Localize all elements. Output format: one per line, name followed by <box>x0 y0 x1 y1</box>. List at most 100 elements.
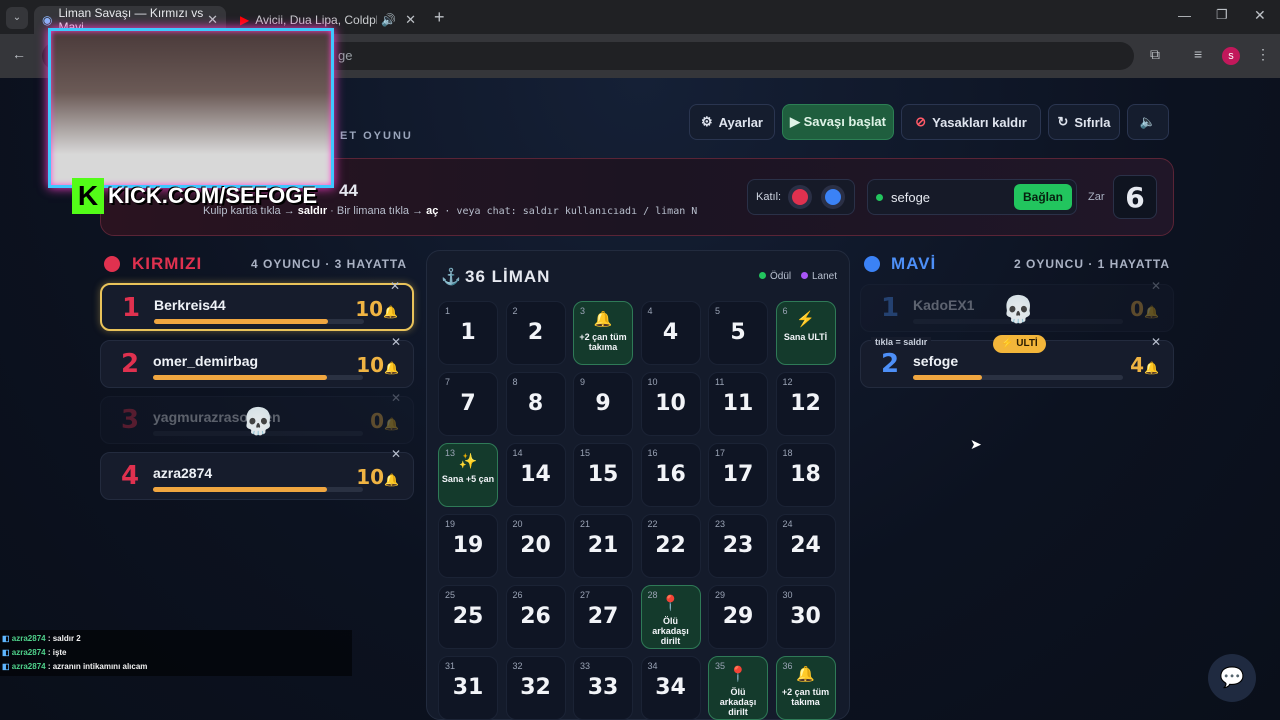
harbor-cell[interactable]: 16 16 <box>640 443 701 507</box>
harbor-cell[interactable]: 14 14 <box>505 443 566 507</box>
harbor-cell[interactable]: 33 33 <box>573 656 633 720</box>
harbor-cell[interactable]: 77 <box>438 372 498 436</box>
harbor-cell[interactable]: 15 15 <box>573 443 633 507</box>
harbor-cell[interactable]: 44 <box>640 301 701 365</box>
chat-message: ◧ azra2874 : saldır 2 <box>2 634 81 643</box>
harbor-cell[interactable]: 25 25 <box>438 585 498 649</box>
ulti-badge: ⚡ ULTİ <box>993 335 1046 353</box>
remove-player-icon[interactable]: ✕ <box>1151 335 1161 349</box>
harbor-cell[interactable]: 35 📍 Ölü arkadaşı dirilt <box>708 656 768 720</box>
maximize-button[interactable]: ❐ <box>1216 7 1228 23</box>
cell-number: 16 <box>655 462 686 487</box>
kick-banner: K KICK.COM/SEFOGE <box>72 178 317 214</box>
cell-number: 10 <box>655 391 686 416</box>
extensions-icon[interactable]: ⧉ <box>1150 46 1160 63</box>
remove-player-icon[interactable]: ✕ <box>1151 279 1161 293</box>
harbor-cell[interactable]: 24 24 <box>775 514 836 578</box>
lives-count: 4🔔 <box>1130 353 1159 377</box>
tab-search-button[interactable]: ⌄ <box>6 7 28 29</box>
bell-icon: 🔔 <box>384 361 399 375</box>
youtube-icon: ▶ <box>240 13 250 27</box>
player-card[interactable]: tıkla = saldır ⚡ ULTİ 2 sefoge 4🔔 ✕ <box>860 335 1174 388</box>
cell-number: 29 <box>722 604 754 629</box>
blue-team-summary: 2 OYUNCU · 1 HAYATTA <box>1014 257 1171 271</box>
cell-number: 32 <box>520 675 551 700</box>
cell-number: 19 <box>452 533 484 558</box>
harbor-cell[interactable]: 20 20 <box>505 514 566 578</box>
remove-player-icon[interactable]: ✕ <box>391 335 401 349</box>
speaker-icon[interactable]: 🔊 <box>381 13 396 27</box>
connect-button[interactable]: Bağlan <box>1014 184 1072 210</box>
sound-button[interactable]: 🔈 <box>1127 104 1169 140</box>
cell-index: 34 <box>647 661 658 671</box>
cell-number: 26 <box>520 604 551 629</box>
harbor-cell[interactable]: 13 ✨ Sana +5 çan <box>438 443 498 507</box>
join-red-button[interactable] <box>792 189 808 205</box>
player-card[interactable]: 4 azra2874 10🔔 ✕ <box>100 447 414 500</box>
harbor-cell[interactable]: 18 18 <box>775 443 836 507</box>
harbor-cell[interactable]: 36 🔔 +2 çan tüm takıma <box>775 656 836 720</box>
reset-button[interactable]: ↻ Sıfırla <box>1048 104 1120 140</box>
reward-label: Ölü arkadaşı dirilt <box>652 616 689 646</box>
bell-icon: 🔔 <box>384 417 399 431</box>
harbor-cell[interactable]: 22 <box>505 301 566 365</box>
menu-icon[interactable]: ⋮ <box>1256 46 1270 63</box>
join-blue-button[interactable] <box>825 189 841 205</box>
chat-message: ◧ azra2874 : azranın intikamını alıcam <box>2 662 148 671</box>
harbor-cell[interactable]: 28 📍 Ölü arkadaşı dirilt <box>640 585 701 649</box>
harbor-cell[interactable]: 3 🔔 +2 çan tüm takıma <box>573 301 633 365</box>
cell-index: 12 <box>782 377 793 387</box>
close-tab-icon[interactable]: ✕ <box>405 12 416 28</box>
harbor-cell[interactable]: 99 <box>573 372 633 436</box>
harbor-cell[interactable]: 6 ⚡ Sana ULTİ <box>775 301 836 365</box>
harbor-cell[interactable]: 11 11 <box>708 372 768 436</box>
lives-bar <box>153 487 363 492</box>
remove-player-icon[interactable]: ✕ <box>390 279 400 293</box>
reward-icon: 📍 <box>661 595 680 612</box>
cell-number: 7 <box>460 391 476 416</box>
cell-number: 30 <box>790 604 821 629</box>
board-title: 36 LİMAN <box>465 267 551 286</box>
lives-count: 0🔔 <box>1130 297 1159 321</box>
close-tab-icon[interactable]: ✕ <box>207 12 218 28</box>
settings-button[interactable]: ⚙ Ayarlar <box>689 104 775 140</box>
avatar[interactable]: s <box>1222 47 1240 65</box>
player-card[interactable]: 1 Berkreis44 10🔔 ✕ <box>100 279 414 331</box>
media-control-icon[interactable]: ≡ <box>1194 46 1202 62</box>
cell-number: 8 <box>527 391 544 416</box>
reward-icon: ✨ <box>458 453 478 470</box>
harbor-cell[interactable]: 12 12 <box>775 372 836 436</box>
player-card[interactable]: 2 omer_demirbag 10🔔 ✕ <box>100 335 414 388</box>
chat-bubble-button[interactable]: 💬 <box>1208 654 1256 702</box>
back-icon[interactable]: ← <box>12 46 26 62</box>
harbor-cell[interactable]: 32 32 <box>505 656 566 720</box>
harbor-cell[interactable]: 30 30 <box>775 585 836 649</box>
cell-index: 27 <box>580 590 591 600</box>
harbor-cell[interactable]: 27 27 <box>573 585 633 649</box>
harbor-cell[interactable]: 10 10 <box>640 372 701 436</box>
channel-input[interactable]: sefoge Bağlan <box>867 179 1077 215</box>
harbor-cell[interactable]: 88 <box>505 372 566 436</box>
harbor-cell[interactable]: 34 34 <box>640 656 701 720</box>
harbor-cell[interactable]: 31 31 <box>438 656 498 720</box>
join-group: Katıl: <box>747 179 855 215</box>
lives-bar-fill <box>153 375 328 380</box>
harbor-cell[interactable]: 26 26 <box>505 585 566 649</box>
remove-player-icon[interactable]: ✕ <box>391 447 401 461</box>
minimize-button[interactable]: — <box>1178 8 1191 23</box>
harbor-cell[interactable]: 19 19 <box>438 514 498 578</box>
new-tab-button[interactable]: + <box>434 7 445 28</box>
harbor-cell[interactable]: 21 21 <box>573 514 633 578</box>
harbor-cell[interactable]: 55 <box>708 301 768 365</box>
cell-index: 4 <box>647 306 653 316</box>
harbor-cell[interactable]: 22 22 <box>640 514 701 578</box>
harbor-cell[interactable]: 11 <box>438 301 498 365</box>
start-battle-button[interactable]: ▶ Savaşı başlat <box>782 104 894 140</box>
harbor-cell[interactable]: 23 23 <box>708 514 768 578</box>
remove-player-icon[interactable]: ✕ <box>391 391 401 405</box>
harbor-cell[interactable]: 29 29 <box>708 585 768 649</box>
cell-index: 30 <box>782 590 793 600</box>
unban-button[interactable]: ⊘ Yasakları kaldır <box>901 104 1041 140</box>
close-window-button[interactable]: ✕ <box>1254 7 1266 24</box>
harbor-cell[interactable]: 17 17 <box>708 443 768 507</box>
